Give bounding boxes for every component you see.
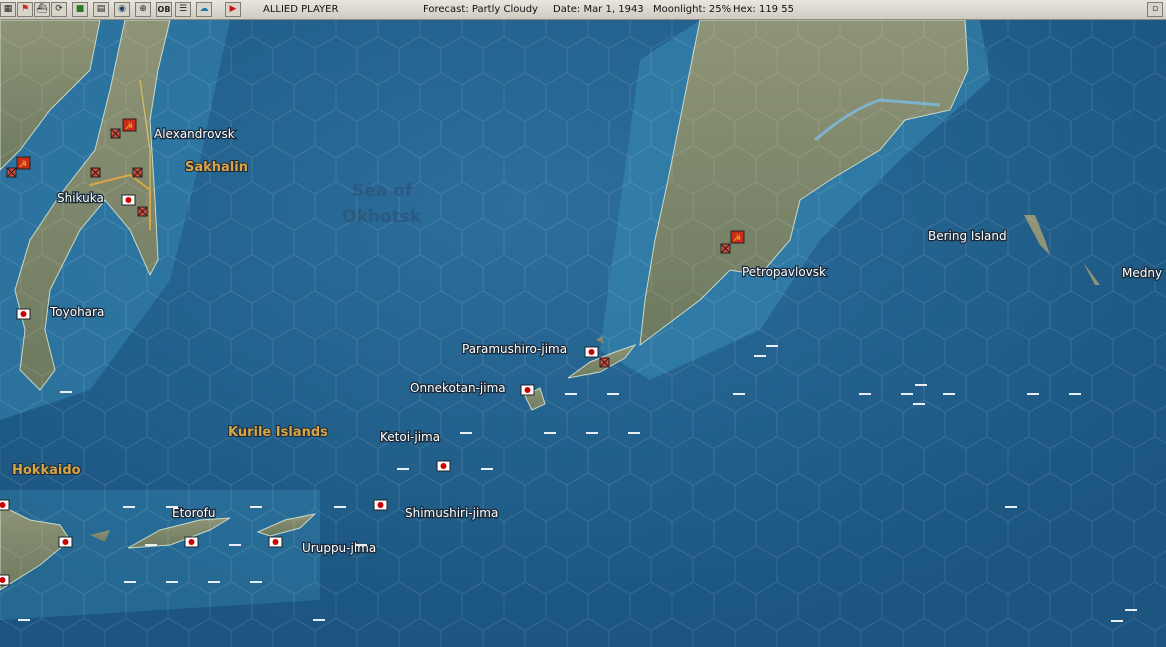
base-marker[interactable] [520, 384, 535, 396]
base-marker[interactable] [0, 499, 10, 511]
svg-text:☭: ☭ [125, 122, 133, 132]
unit-counter[interactable] [110, 128, 121, 139]
cloud-icon[interactable]: ☁ [196, 2, 212, 17]
ship-marker[interactable] [123, 506, 135, 508]
ship-marker[interactable] [1027, 393, 1039, 395]
cycle-icon[interactable]: ⟳ [51, 2, 67, 17]
unit-counter[interactable] [132, 167, 143, 178]
ship-marker[interactable] [166, 581, 178, 583]
play-icon[interactable]: ▶ [225, 2, 241, 17]
region-hokkaido: Hokkaido [12, 463, 81, 478]
svg-text:☭: ☭ [19, 160, 27, 170]
unit-counter[interactable] [6, 167, 17, 178]
place-petropavlovsk: Petropavlovsk [742, 265, 826, 279]
ship-marker[interactable] [1111, 620, 1123, 622]
sea-name-line1: Sea of [352, 181, 413, 201]
soviet-base-marker[interactable]: ☭ [122, 118, 137, 132]
place-uruppu: Uruppu-jima [302, 541, 376, 555]
moonlight-label: Moonlight: 25% [653, 4, 732, 15]
soviet-base-marker[interactable]: ☭ [730, 230, 745, 244]
ship-marker[interactable] [754, 355, 766, 357]
unit-counter[interactable] [137, 206, 148, 217]
place-medny: Medny [1122, 266, 1162, 280]
chart-icon[interactable]: ▤ [93, 2, 109, 17]
ship-marker[interactable] [250, 581, 262, 583]
strategic-map[interactable]: Sea of Okhotsk Sakhalin Kurile Islands H… [0, 20, 1166, 647]
place-toyohara: Toyohara [49, 305, 104, 319]
ship-marker[interactable] [607, 393, 619, 395]
place-ketoi: Ketoi-jima [380, 430, 440, 444]
place-paramushiro: Paramushiro-jima [462, 342, 567, 356]
base-marker[interactable] [268, 536, 283, 548]
unit-counter[interactable] [720, 243, 731, 254]
flag-icon[interactable]: ⚑ [17, 2, 33, 17]
ship-marker[interactable] [1125, 609, 1137, 611]
ship-marker[interactable] [913, 403, 925, 405]
region-sakhalin: Sakhalin [185, 160, 248, 175]
menu-icon[interactable]: ▦ [0, 2, 16, 17]
ship-marker[interactable] [166, 506, 178, 508]
ship-marker[interactable] [397, 468, 409, 470]
ship-marker[interactable] [60, 391, 72, 393]
place-alexandrovsk: Alexandrovsk [154, 127, 235, 141]
ob-icon[interactable]: OB [156, 2, 172, 17]
ship-icon[interactable]: ⛴ [34, 2, 50, 17]
hex-label: Hex: 119 55 [733, 4, 794, 15]
soviet-base-marker[interactable]: ☭ [16, 156, 31, 170]
base-marker[interactable] [373, 499, 388, 511]
window-button[interactable]: ▫ [1147, 2, 1163, 17]
ship-marker[interactable] [250, 506, 262, 508]
base-marker[interactable] [16, 308, 31, 320]
hex-grid [0, 20, 1166, 647]
base-marker[interactable] [584, 346, 599, 358]
player-label: ALLIED PLAYER [263, 4, 339, 15]
base-marker[interactable] [58, 536, 73, 548]
ship-marker[interactable] [586, 432, 598, 434]
globe-icon[interactable]: ◉ [114, 2, 130, 17]
unit-counter[interactable] [90, 167, 101, 178]
place-simushiri: Shimushiri-jima [405, 506, 498, 520]
target-icon[interactable]: ⊕ [135, 2, 151, 17]
place-bering-island: Bering Island [928, 229, 1007, 243]
base-marker[interactable] [121, 194, 136, 206]
ship-marker[interactable] [628, 432, 640, 434]
ship-marker[interactable] [901, 393, 913, 395]
ship-marker[interactable] [313, 619, 325, 621]
list-icon[interactable]: ☰ [175, 2, 191, 17]
region-kurile-islands: Kurile Islands [228, 425, 328, 440]
ship-marker[interactable] [145, 544, 157, 546]
forecast-label: Forecast: Partly Cloudy [423, 4, 538, 15]
ship-marker[interactable] [334, 506, 346, 508]
ship-marker[interactable] [565, 393, 577, 395]
ship-marker[interactable] [124, 581, 136, 583]
ship-marker[interactable] [208, 581, 220, 583]
ship-marker[interactable] [915, 384, 927, 386]
base-marker[interactable] [436, 460, 451, 472]
unit-counter[interactable] [599, 357, 610, 368]
ship-marker[interactable] [481, 468, 493, 470]
ship-marker[interactable] [859, 393, 871, 395]
date-label: Date: Mar 1, 1943 [553, 4, 644, 15]
ship-marker[interactable] [733, 393, 745, 395]
ship-marker[interactable] [943, 393, 955, 395]
factory-icon[interactable]: ■ [72, 2, 88, 17]
place-onnekotan: Onnekotan-jima [410, 381, 506, 395]
base-marker[interactable] [184, 536, 199, 548]
ship-marker[interactable] [1005, 506, 1017, 508]
ship-marker[interactable] [544, 432, 556, 434]
place-etorofu: Etorofu [172, 506, 215, 520]
base-marker[interactable] [0, 574, 10, 586]
svg-text:☭: ☭ [733, 234, 741, 244]
ship-marker[interactable] [18, 619, 30, 621]
ship-marker[interactable] [229, 544, 241, 546]
ship-marker[interactable] [766, 345, 778, 347]
ship-marker[interactable] [460, 432, 472, 434]
place-shikuka: Shikuka [57, 191, 104, 205]
sea-name-line2: Okhotsk [342, 207, 422, 227]
top-toolbar: ▦ ⚑ ⛴ ⟳ ■ ▤ ◉ ⊕ OB ☰ ☁ ▶ ALLIED PLAYER F… [0, 0, 1166, 20]
ship-marker[interactable] [355, 544, 367, 546]
ship-marker[interactable] [1069, 393, 1081, 395]
